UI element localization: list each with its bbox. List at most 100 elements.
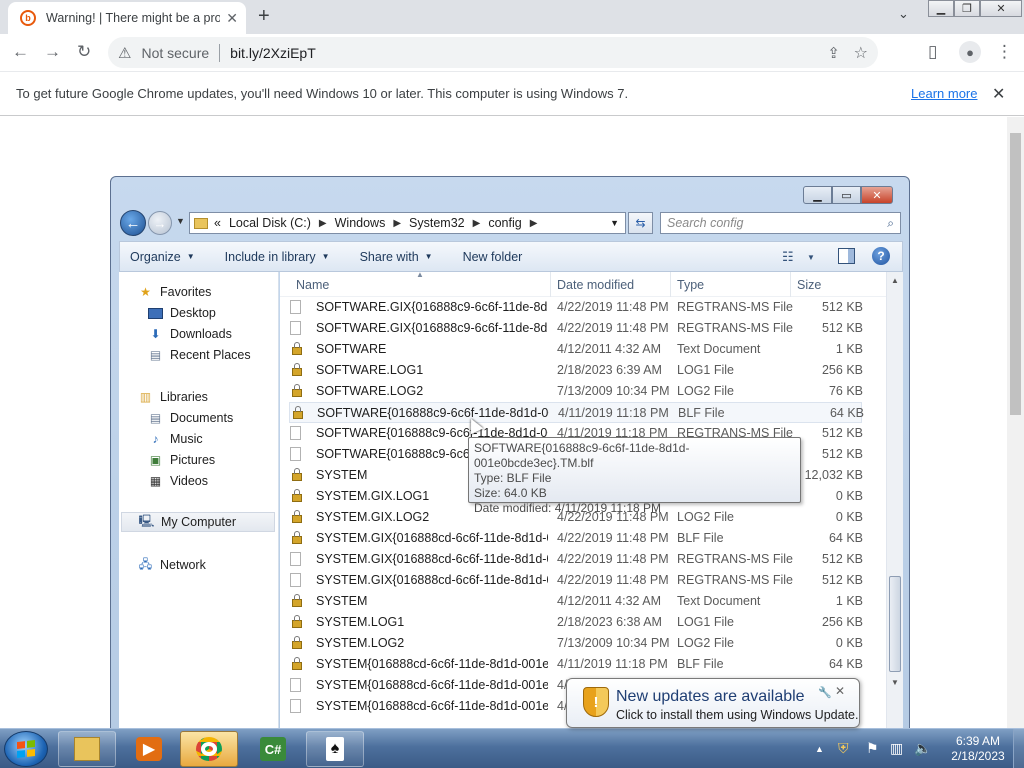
file-row[interactable]: SOFTWARE.LOG1 2/18/2023 6:39 AM LOG1 File 2… <box>289 360 863 381</box>
scroll-down-arrow-icon[interactable]: ▼ <box>891 678 899 687</box>
network-status-icon[interactable]: ▥ <box>890 740 903 757</box>
forward-arrow-icon[interactable]: → <box>44 42 61 62</box>
minimize-button[interactable]: ▁ <box>928 0 954 17</box>
nav-music[interactable]: ♪ Music <box>148 432 203 446</box>
file-row[interactable]: SYSTEM{016888cd-6c6f-11de-8d1d-001e... 4/… <box>289 654 863 675</box>
url-text[interactable]: bit.ly/2XziEpT <box>230 45 316 61</box>
explorer-close-button[interactable]: ✕ <box>861 186 893 204</box>
volume-icon[interactable]: 🔈 <box>914 740 931 757</box>
settings-wrench-icon[interactable]: 🔧 <box>818 686 832 699</box>
explorer-maximize-button[interactable]: ▭ <box>832 186 861 204</box>
restore-button[interactable]: ❐ <box>954 0 980 17</box>
nav-libraries[interactable]: ▥ Libraries <box>138 390 208 404</box>
share-icon[interactable]: ⇪ <box>827 44 840 62</box>
include-in-library-button[interactable]: Include in library ▼ <box>225 250 330 264</box>
address-bar[interactable]: ⚠ Not secure bit.ly/2XziEpT ⇪ ☆ <box>108 37 878 68</box>
back-arrow-icon[interactable]: ← <box>12 42 29 62</box>
close-window-button[interactable]: ✕ <box>980 0 1022 17</box>
chrome-menu-icon[interactable]: ⋮ <box>996 42 1013 62</box>
column-divider[interactable] <box>670 272 671 297</box>
action-center-icon[interactable]: ⚑ <box>866 740 879 757</box>
nav-recent-places[interactable]: ▤ Recent Places <box>148 348 251 362</box>
organize-button[interactable]: Organize ▼ <box>130 250 195 264</box>
page-scroll-thumb[interactable] <box>1010 133 1021 415</box>
new-folder-button[interactable]: New folder <box>463 250 523 264</box>
show-hidden-icons-icon[interactable]: ▲ <box>815 744 824 754</box>
column-type[interactable]: Type <box>677 278 704 292</box>
breadcrumb-chevron-icon[interactable]: ▶ <box>393 218 401 229</box>
column-size[interactable]: Size <box>797 278 821 292</box>
breadcrumb-chevron-icon[interactable]: ▶ <box>530 218 538 229</box>
breadcrumb-config[interactable]: config <box>488 216 521 230</box>
share-with-button[interactable]: Share with ▼ <box>360 250 433 264</box>
start-button[interactable] <box>4 731 48 767</box>
browser-tab[interactable]: b Warning! | There might be a problem ✕ <box>8 2 246 34</box>
breadcrumb-local-disk[interactable]: Local Disk (C:) <box>229 216 311 230</box>
learn-more-link[interactable]: Learn more <box>911 86 977 101</box>
balloon-close-icon[interactable]: ✕ <box>835 684 845 698</box>
nav-downloads[interactable]: ⬇ Downloads <box>148 327 231 341</box>
nav-favorites[interactable]: ★ Favorites <box>138 285 211 299</box>
breadcrumb-chevron-icon[interactable]: ▶ <box>319 218 327 229</box>
view-dropdown-icon[interactable]: ▼ <box>807 253 815 262</box>
file-row[interactable]: SYSTEM.GIX{016888cd-6c6f-11de-8d1d-0... 4… <box>289 528 863 549</box>
explorer-refresh-button[interactable]: ⇆ <box>628 212 653 234</box>
file-row[interactable]: SYSTEM.GIX{016888cd-6c6f-11de-8d1d-0... 4… <box>289 570 863 591</box>
search-icon[interactable]: ⌕ <box>887 216 894 231</box>
file-row[interactable]: SOFTWARE 4/12/2011 4:32 AM Text Document 1 … <box>289 339 863 360</box>
address-history-dropdown-icon[interactable]: ▼ <box>610 218 619 228</box>
file-row[interactable]: SYSTEM 4/12/2011 4:32 AM Text Document 1 KB <box>289 591 863 612</box>
file-row[interactable]: SYSTEM.GIX{016888cd-6c6f-11de-8d1d-0... 4… <box>289 549 863 570</box>
file-list-scrollbar[interactable]: ▲ ▼ <box>886 272 903 732</box>
nav-videos[interactable]: ▦ Videos <box>148 474 208 488</box>
new-tab-button[interactable]: + <box>258 5 270 28</box>
explorer-minimize-button[interactable]: ▁ <box>803 186 832 204</box>
recent-pages-chevron-icon[interactable]: ▼ <box>176 216 185 226</box>
security-status[interactable]: Not secure <box>141 45 209 61</box>
column-divider[interactable] <box>550 272 551 297</box>
update-notification-balloon[interactable]: ! New updates are available Click to ins… <box>566 678 860 728</box>
taskbar-clock[interactable]: 6:39 AM 2/18/2023 <box>935 734 1021 764</box>
show-desktop-button[interactable] <box>1013 729 1024 768</box>
column-date-modified[interactable]: Date modified <box>557 278 634 292</box>
tab-close-icon[interactable]: ✕ <box>226 10 238 27</box>
tab-search-icon[interactable]: ⌄ <box>898 6 909 22</box>
bookmark-star-icon[interactable]: ☆ <box>854 43 868 63</box>
taskbar-solitaire-button[interactable]: ♠ <box>306 731 364 767</box>
profile-avatar-icon[interactable]: ● <box>959 41 981 63</box>
help-icon[interactable]: ? <box>872 247 890 265</box>
file-row[interactable]: SOFTWARE.GIX{016888c9-6c6f-11de-8d1... 4/… <box>289 297 863 318</box>
nav-documents[interactable]: ▤ Documents <box>148 411 233 425</box>
nav-network[interactable]: 🖧 Network <box>138 557 206 573</box>
scroll-up-arrow-icon[interactable]: ▲ <box>891 276 899 285</box>
breadcrumb-chevron-icon[interactable]: ▶ <box>473 218 481 229</box>
preview-pane-icon[interactable] <box>838 248 855 264</box>
taskbar-csharp-button[interactable]: C# <box>244 731 302 767</box>
windows-update-icon[interactable]: ⛨ <box>838 740 849 757</box>
explorer-back-button[interactable]: ← <box>120 210 146 236</box>
warning-triangle-icon[interactable]: ⚠ <box>118 44 131 62</box>
file-row[interactable]: SOFTWARE.LOG2 7/13/2009 10:34 PM LOG2 File… <box>289 381 863 402</box>
breadcrumb-system32[interactable]: System32 <box>409 216 465 230</box>
nav-my-computer[interactable]: 🖳 My Computer <box>121 512 275 532</box>
change-view-icon[interactable]: ☷ <box>782 249 794 265</box>
file-row[interactable]: SYSTEM.LOG1 2/18/2023 6:38 AM LOG1 File 256… <box>289 612 863 633</box>
nav-pictures[interactable]: ▣ Pictures <box>148 453 215 467</box>
explorer-forward-button[interactable]: → <box>148 211 172 235</box>
taskbar-chrome-button[interactable] <box>180 731 238 767</box>
reload-icon[interactable]: ↻ <box>77 42 91 62</box>
breadcrumb-overflow[interactable]: « <box>214 216 221 230</box>
scroll-thumb[interactable] <box>889 576 901 672</box>
file-row[interactable]: SOFTWARE.GIX{016888c9-6c6f-11de-8d1... 4/… <box>289 318 863 339</box>
file-row[interactable]: SOFTWARE{016888c9-6c6f-11de-8d1d-00... 4/… <box>289 402 864 423</box>
nav-desktop[interactable]: Desktop <box>148 306 216 320</box>
column-name[interactable]: Name <box>296 278 329 292</box>
taskbar-media-player-button[interactable]: ▶ <box>120 731 178 767</box>
side-panel-icon[interactable]: ▯ <box>928 42 937 62</box>
explorer-address-bar[interactable]: « Local Disk (C:) ▶ Windows ▶ System32 ▶… <box>189 212 626 234</box>
infobar-close-icon[interactable]: ✕ <box>992 84 1005 104</box>
explorer-search-input[interactable]: Search config ⌕ <box>660 212 901 234</box>
breadcrumb-windows[interactable]: Windows <box>335 216 386 230</box>
page-scrollbar[interactable] <box>1007 117 1024 728</box>
file-row[interactable]: SYSTEM.LOG2 7/13/2009 10:34 PM LOG2 File 0 … <box>289 633 863 654</box>
